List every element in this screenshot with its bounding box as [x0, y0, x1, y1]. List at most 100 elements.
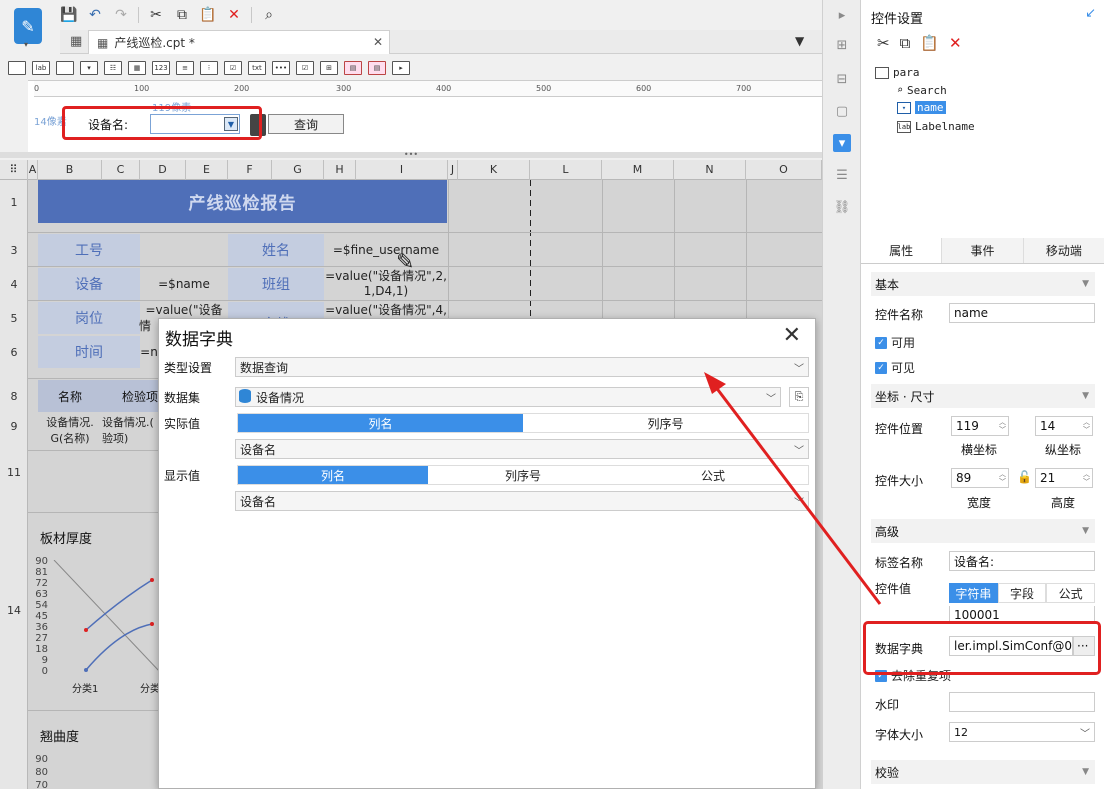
- tab-mobile[interactable]: 移动端: [1023, 238, 1104, 263]
- copy-icon[interactable]: ⧉: [900, 34, 911, 52]
- time-formula-cell[interactable]: =n: [140, 336, 158, 368]
- grid-icon[interactable]: ▦: [70, 34, 86, 50]
- number-widget-icon[interactable]: 123: [152, 61, 170, 75]
- checkbox-widget-icon[interactable]: ☑: [296, 61, 314, 75]
- line-formula-cell[interactable]: =value("设备情况",4,: [324, 300, 448, 318]
- cut-icon[interactable]: ✂: [877, 34, 890, 52]
- condition-attr-icon[interactable]: ⊟: [833, 70, 851, 88]
- edit-dataset-icon[interactable]: ⎘: [789, 387, 809, 407]
- post-label-cell[interactable]: 岗位: [38, 302, 140, 334]
- paste-icon[interactable]: 📋: [199, 6, 217, 24]
- name-label-cell[interactable]: 姓名: [228, 234, 324, 266]
- chevron-down-icon[interactable]: ﹀: [766, 390, 776, 405]
- panel-splitter[interactable]: •••: [0, 151, 822, 159]
- column-header-f[interactable]: F: [228, 160, 272, 180]
- chevron-down-icon[interactable]: ▾: [24, 40, 28, 49]
- tag-name-input[interactable]: 设备名:: [949, 551, 1095, 571]
- paste-icon[interactable]: 📋: [920, 34, 939, 52]
- tab-menu-icon[interactable]: ▼: [795, 34, 804, 48]
- more-widgets-icon[interactable]: ▸: [392, 61, 410, 75]
- device-label-cell[interactable]: 设备: [38, 268, 140, 300]
- file-tab[interactable]: ▦ 产线巡检.cpt * ✕: [88, 30, 390, 54]
- collapse-arrow-icon[interactable]: ▸: [833, 6, 851, 24]
- device-value-cell[interactable]: =$name: [140, 268, 228, 300]
- actual-mode-column-name[interactable]: 列名: [238, 414, 523, 432]
- spinner-icon[interactable]: ︿ ﹀: [1083, 418, 1090, 434]
- width-input[interactable]: 89 ︿ ﹀: [951, 468, 1009, 488]
- section-advanced[interactable]: 高级 ▼: [871, 519, 1095, 543]
- date-widget-icon[interactable]: ▤: [344, 61, 362, 75]
- column-header-j[interactable]: J: [448, 160, 458, 180]
- actual-value-select[interactable]: 设备名 ﹀: [235, 439, 809, 459]
- row-header-14[interactable]: 14: [0, 604, 28, 617]
- actual-mode-column-index[interactable]: 列序号: [523, 414, 808, 432]
- row-header-4[interactable]: 4: [0, 278, 28, 291]
- tree-widget-icon[interactable]: ⊞: [320, 61, 338, 75]
- row-header-3[interactable]: 3: [0, 244, 28, 257]
- row-header-11[interactable]: 11: [0, 466, 28, 479]
- chevron-down-icon[interactable]: ﹀: [794, 442, 804, 457]
- query-button[interactable]: 查询: [268, 114, 344, 134]
- datetime-widget-icon[interactable]: ▤: [368, 61, 386, 75]
- select-all-corner[interactable]: ⠿: [0, 160, 28, 180]
- radio-group-widget-icon[interactable]: ⁝: [200, 61, 218, 75]
- link-icon[interactable]: ⛓: [833, 198, 851, 216]
- display-value-select[interactable]: 设备名 ﹀: [235, 491, 809, 511]
- column-header-g[interactable]: G: [272, 160, 324, 180]
- column-header-n[interactable]: N: [674, 160, 746, 180]
- team-label-cell[interactable]: 班组: [228, 268, 324, 300]
- x-coordinate-input[interactable]: 119 ︿ ﹀: [951, 416, 1009, 436]
- column-header-a[interactable]: A: [28, 160, 38, 180]
- display-mode-formula[interactable]: 公式: [618, 466, 808, 484]
- enabled-checkbox[interactable]: ✓ 可用: [875, 334, 915, 351]
- column-name-header-cell[interactable]: 名称: [38, 380, 102, 412]
- combobox-widget-icon[interactable]: ▾: [80, 61, 98, 75]
- delete-icon[interactable]: ✕: [949, 34, 962, 52]
- close-tab-icon[interactable]: ✕: [373, 35, 383, 49]
- dataset-select[interactable]: 设备情况 ﹀: [235, 387, 781, 407]
- column-header-e[interactable]: E: [186, 160, 228, 180]
- save-icon[interactable]: 💾: [60, 6, 78, 24]
- cut-icon[interactable]: ✂: [147, 6, 165, 24]
- label-widget-icon[interactable]: lab: [32, 61, 50, 75]
- column-header-o[interactable]: O: [746, 160, 822, 180]
- frame-widget-icon[interactable]: [8, 61, 26, 75]
- pin-icon[interactable]: ↙: [1085, 6, 1096, 21]
- row-header-5[interactable]: 5: [0, 312, 28, 325]
- column-header-l[interactable]: L: [530, 160, 602, 180]
- check-item-header-cell[interactable]: 检验项: [102, 380, 158, 412]
- height-input[interactable]: 21 ︿ ﹀: [1035, 468, 1093, 488]
- section-validate[interactable]: 校验 ▼: [871, 760, 1095, 784]
- lock-icon[interactable]: 🔓: [1017, 470, 1032, 484]
- chevron-down-icon[interactable]: ﹀: [794, 360, 804, 375]
- username-cell[interactable]: =$fine_username: [324, 234, 448, 266]
- column-header-h[interactable]: H: [324, 160, 356, 180]
- text-widget-icon[interactable]: txt: [248, 61, 266, 75]
- row-header-6[interactable]: 6: [0, 346, 28, 359]
- form-widget-icon[interactable]: ☷: [104, 61, 122, 75]
- column-header-b[interactable]: B: [38, 160, 102, 180]
- password-widget-icon[interactable]: •••: [272, 61, 290, 75]
- widget-settings-icon[interactable]: ▾: [833, 134, 851, 152]
- report-title-cell[interactable]: 产线巡检报告: [38, 180, 447, 223]
- tree-item-search[interactable]: ⌕ Search: [897, 84, 947, 97]
- worker-id-label-cell[interactable]: 工号: [38, 234, 140, 266]
- textarea-widget-icon[interactable]: ≡: [176, 61, 194, 75]
- time-label-cell[interactable]: 时间: [38, 336, 140, 368]
- layers-icon[interactable]: ☰: [833, 166, 851, 184]
- row-header-1[interactable]: 1: [0, 196, 28, 209]
- visible-checkbox[interactable]: ✓ 可见: [875, 359, 915, 376]
- tab-events[interactable]: 事件: [942, 238, 1024, 263]
- textbox-widget-icon[interactable]: [56, 61, 74, 75]
- post-formula-cell[interactable]: =value("设备: [140, 300, 228, 318]
- watermark-input[interactable]: [949, 692, 1095, 712]
- checkbox-group-widget-icon[interactable]: ☑: [224, 61, 242, 75]
- spinner-icon[interactable]: ︿ ﹀: [999, 470, 1006, 486]
- value-mode-string[interactable]: 字符串: [949, 583, 998, 603]
- widget-name-input[interactable]: name: [949, 303, 1095, 323]
- float-element-icon[interactable]: ▢: [833, 102, 851, 120]
- display-mode-column-index[interactable]: 列序号: [428, 466, 618, 484]
- value-mode-field[interactable]: 字段: [997, 583, 1047, 603]
- close-icon[interactable]: ✕: [783, 323, 801, 348]
- column-header-d[interactable]: D: [140, 160, 186, 180]
